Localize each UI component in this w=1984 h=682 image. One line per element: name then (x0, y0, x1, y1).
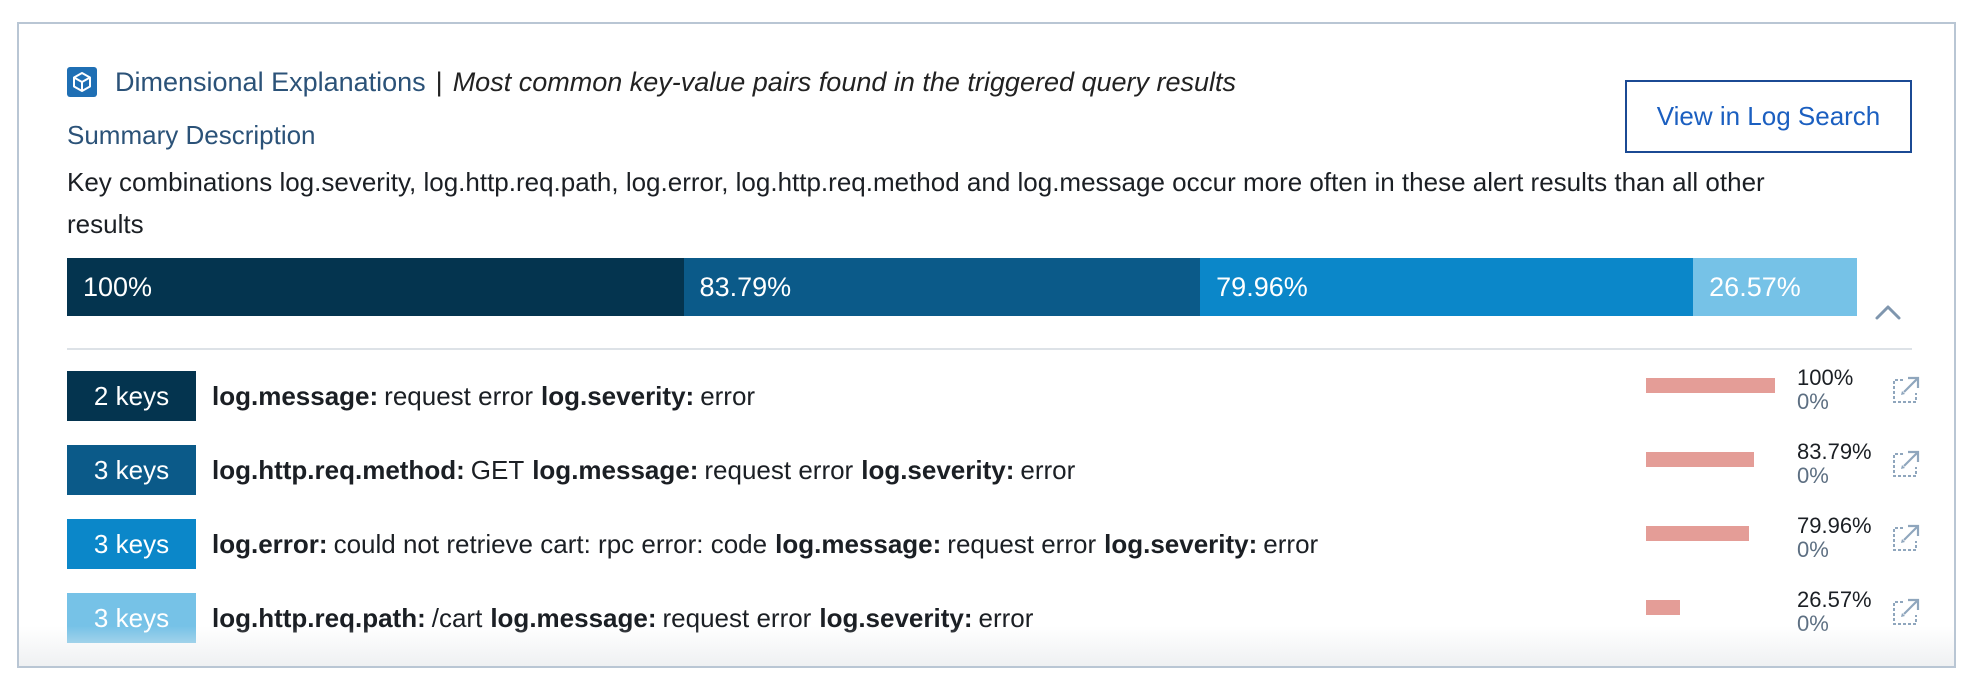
pair-key: log.severity: (541, 380, 695, 411)
pair-value: request error (704, 454, 854, 485)
stacked-bar-segment: 83.79% (683, 258, 1201, 316)
cube-icon (67, 67, 97, 97)
key-count-badge: 3 keys (67, 445, 196, 495)
alert-percentage: 79.96% (1797, 513, 1872, 538)
stacked-percentage-bar: 100% 83.79% 79.96% 26.57% (67, 258, 1857, 316)
key-count-badge: 3 keys (67, 519, 196, 569)
baseline-percentage: 0% (1797, 389, 1829, 414)
summary-text: Key combinations log.severity, log.http.… (67, 167, 1765, 239)
baseline-percentage: 0% (1797, 537, 1829, 562)
frequency-bar (1646, 452, 1754, 467)
pair-key: log.message: (212, 380, 379, 411)
pair-key: log.http.req.path: (212, 602, 426, 633)
key-combination-row: 2 keys log.message: request error log.sever… (67, 365, 1927, 425)
panel-subtitle: Most common key-value pairs found in the… (452, 66, 1237, 97)
pair-value: /cart (431, 602, 483, 633)
panel-header: Dimensional Explanations | Most common k… (67, 62, 1236, 102)
pair-value: error (1020, 454, 1076, 485)
external-link-icon[interactable] (1889, 447, 1923, 481)
pair-key: log.message: (532, 454, 699, 485)
key-value-pairs: log.error: could not retrieve cart: rpc e… (212, 519, 1326, 569)
pair-key: log.error: (212, 528, 328, 559)
external-link-icon[interactable] (1889, 373, 1923, 407)
frequency-bar (1646, 526, 1749, 541)
alert-percentage: 26.57% (1797, 587, 1872, 612)
pair-value: error (700, 380, 756, 411)
panel-title: Dimensional Explanations (115, 66, 426, 97)
pair-value: request error (947, 528, 1097, 559)
pair-key: log.severity: (819, 602, 973, 633)
pair-key: log.severity: (1104, 528, 1258, 559)
key-count-badge: 3 keys (67, 593, 196, 643)
title-separator: | (435, 66, 443, 97)
baseline-percentage: 0% (1797, 611, 1829, 636)
pair-value: request error (384, 380, 534, 411)
alert-percentage: 83.79% (1797, 439, 1872, 464)
divider (67, 348, 1912, 350)
pair-value: request error (662, 602, 812, 633)
key-value-pairs: log.http.req.path:/cart log.message: reque… (212, 593, 1041, 643)
key-value-pairs: log.message: request error log.severity: er… (212, 371, 763, 421)
key-combination-row: 3 keys log.http.req.method: GET log.message… (67, 439, 1927, 499)
pair-value: GET (470, 454, 525, 485)
pair-value: error (978, 602, 1034, 633)
stacked-bar-segment: 26.57% (1693, 258, 1857, 316)
key-count-badge: 2 keys (67, 371, 196, 421)
stacked-bar-segment: 79.96% (1200, 258, 1694, 316)
pair-key: log.message: (490, 602, 657, 633)
view-in-log-search-button[interactable]: View in Log Search (1625, 80, 1912, 153)
external-link-icon[interactable] (1889, 521, 1923, 555)
stacked-bar-segment: 100% (67, 258, 684, 316)
pair-key: log.http.req.method: (212, 454, 465, 485)
pair-key: log.severity: (861, 454, 1015, 485)
chevron-up-icon[interactable] (1874, 302, 1902, 322)
summary-label: Summary Description (67, 120, 316, 150)
dimensional-explanations-panel: Dimensional Explanations | Most common k… (17, 22, 1956, 668)
pair-value: could not retrieve cart: rpc error: code (333, 528, 768, 559)
frequency-bar (1646, 378, 1775, 393)
pair-key: log.message: (775, 528, 942, 559)
key-combination-row: 3 keys log.error: could not retrieve cart:… (67, 513, 1927, 573)
key-combination-row: 3 keys log.http.req.path:/cart log.message… (67, 587, 1927, 647)
alert-percentage: 100% (1797, 365, 1854, 390)
frequency-bar (1646, 600, 1680, 615)
baseline-percentage: 0% (1797, 463, 1829, 488)
key-value-pairs: log.http.req.method: GET log.message: reque… (212, 445, 1083, 495)
external-link-icon[interactable] (1889, 595, 1923, 629)
pair-value: error (1263, 528, 1319, 559)
